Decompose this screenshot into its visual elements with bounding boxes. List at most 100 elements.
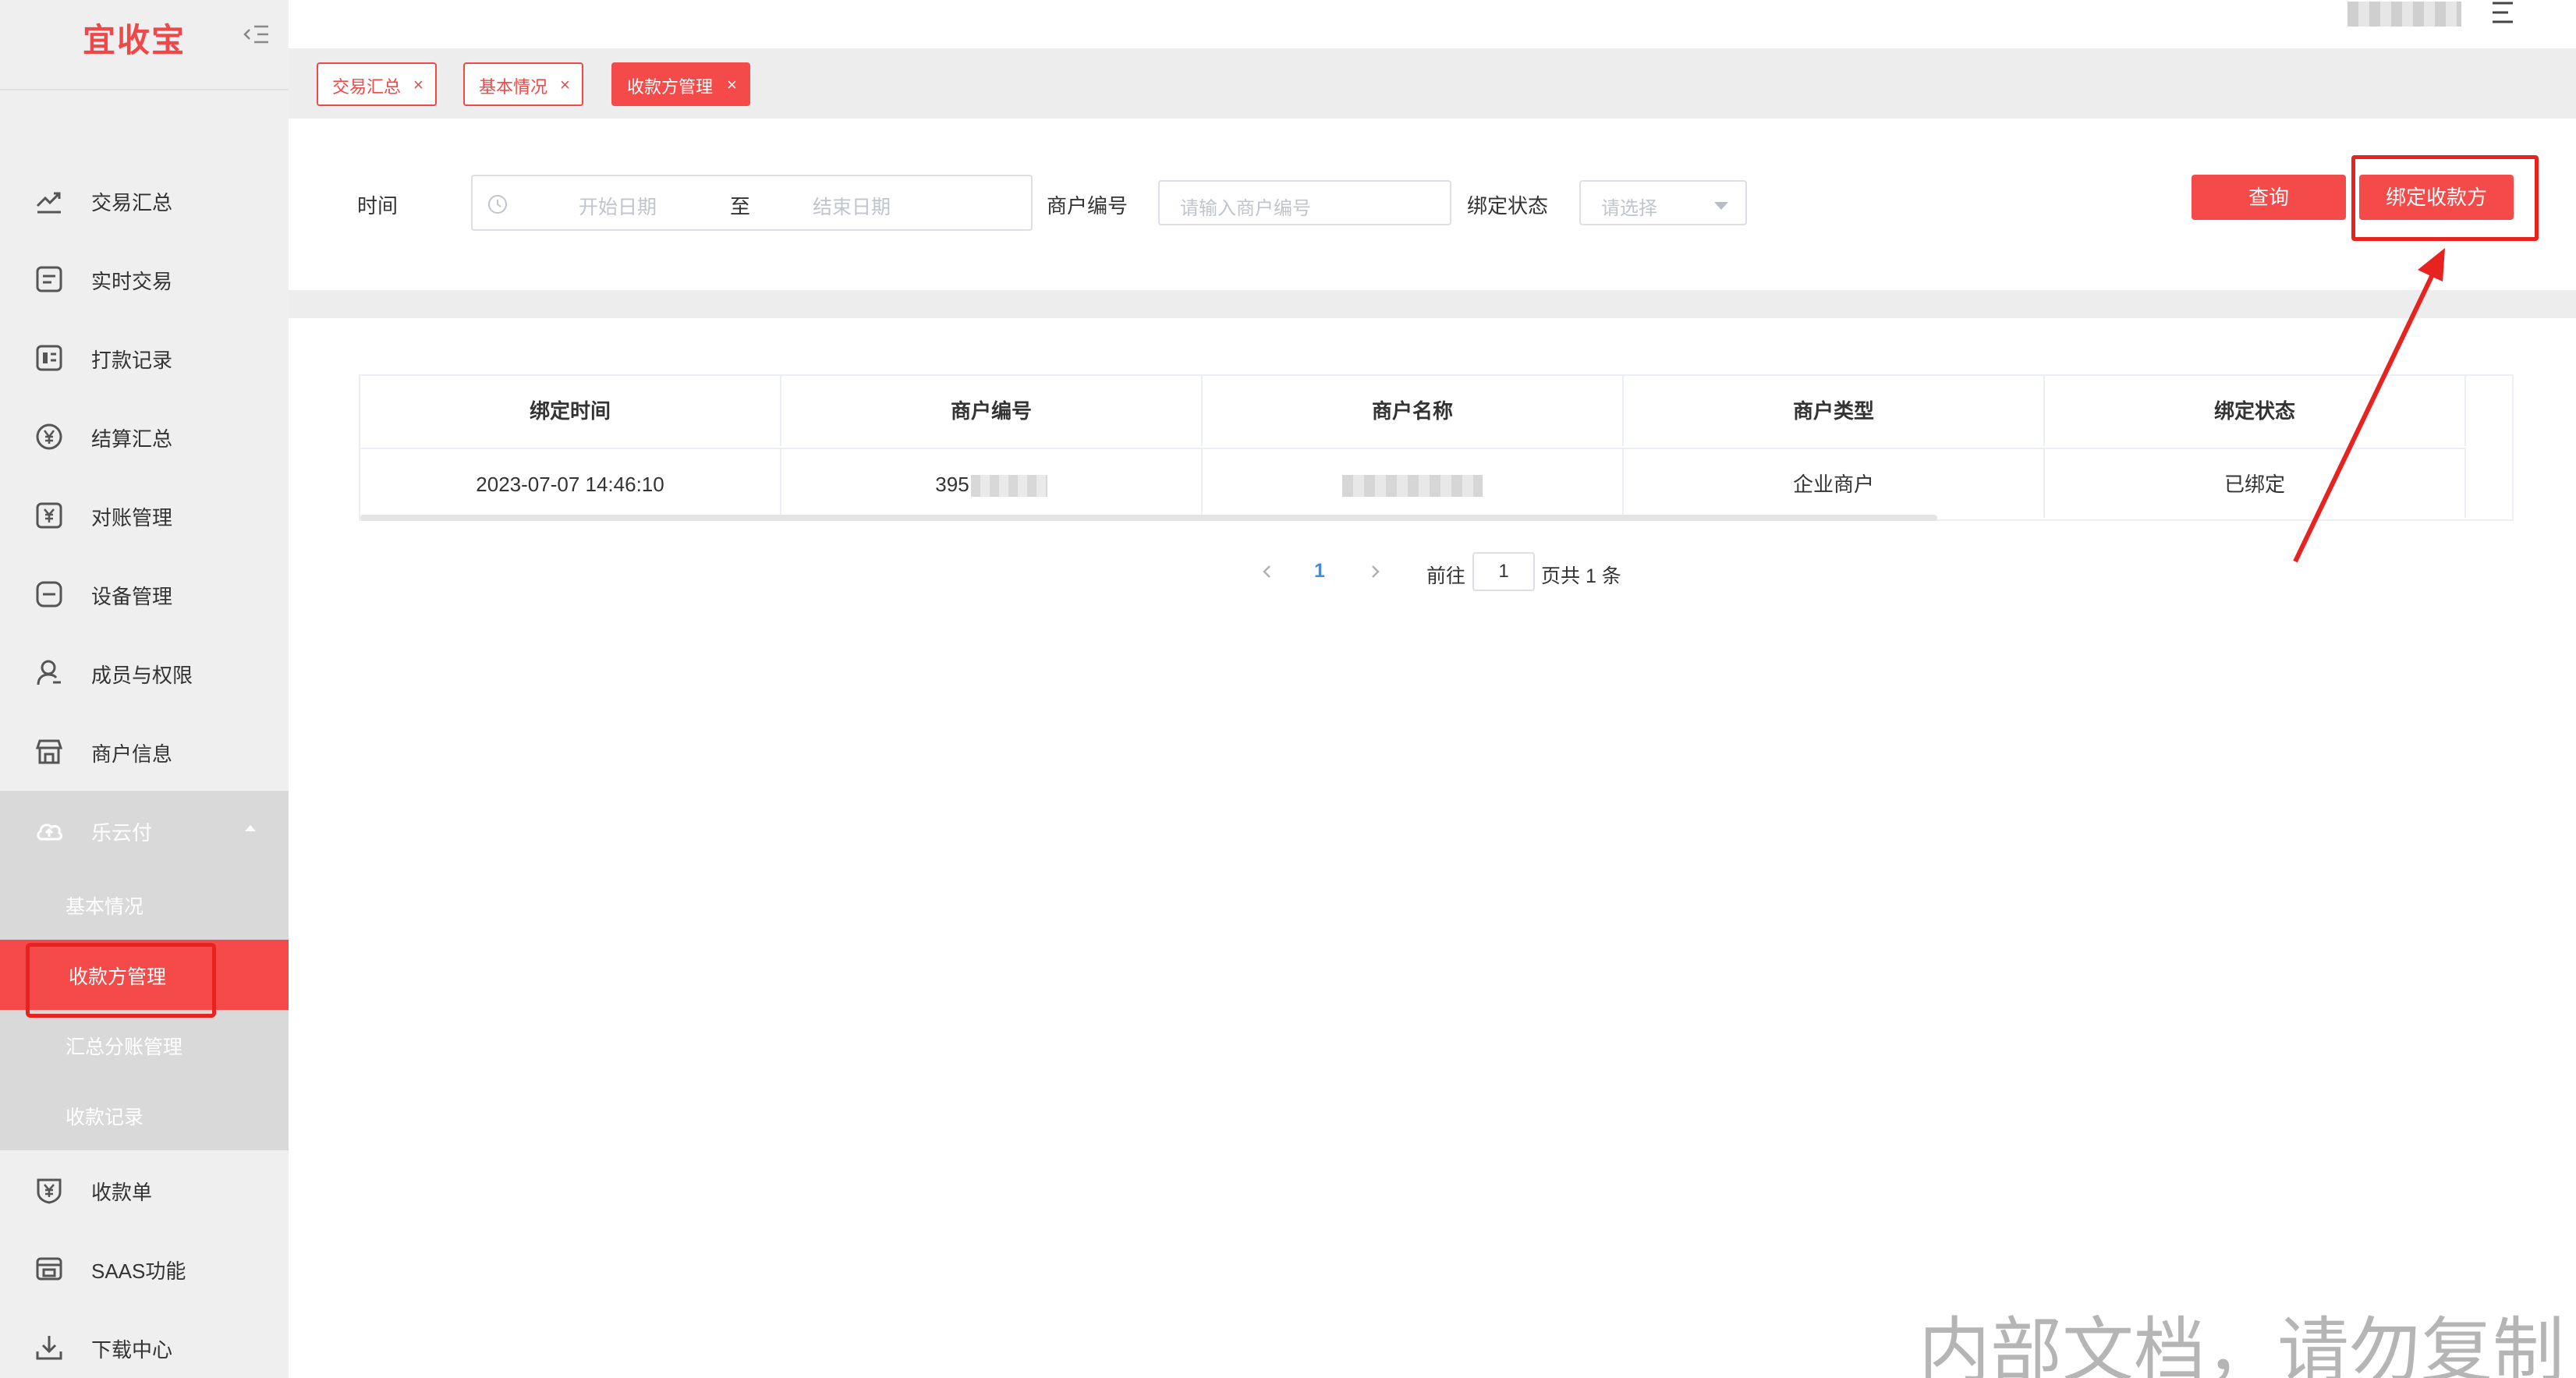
bind-status-label: 绑定状态 <box>1467 194 1549 218</box>
merchant-no-input[interactable]: 请输入商户编号 <box>1158 180 1451 225</box>
sidebar-group-leyunfu: 乐云付 基本情况 收款方管理 汇总分账管理 收款记录 <box>0 791 289 1150</box>
saas-icon <box>36 1257 62 1281</box>
submenu-item-label: 汇总分账管理 <box>66 1036 183 1058</box>
submenu-item-label: 收款记录 <box>66 1107 144 1128</box>
column-header: 商户类型 <box>1624 376 2045 446</box>
sidebar: 宜收宝 交易汇总 实时交易 打款记录 结算汇总 对账管理 设备管理 成员与权限 … <box>0 0 289 1378</box>
cell-bind-time: 2023-07-07 14:46:10 <box>360 448 781 518</box>
bind-status-placeholder: 请选择 <box>1601 198 1657 219</box>
tab-trade-summary[interactable]: 交易汇总 × <box>317 62 437 106</box>
menu-icon[interactable] <box>2488 0 2518 27</box>
sidebar-item-label: SAAS功能 <box>91 1259 186 1283</box>
goto-label: 前往 <box>1426 565 1466 587</box>
merchant-no-text: 395 <box>935 473 969 496</box>
masked-merchant-name <box>1342 475 1483 498</box>
horizontal-scrollbar[interactable] <box>360 515 1937 521</box>
top-bar <box>289 0 2576 48</box>
yen-circle-icon <box>36 423 62 450</box>
sidebar-item-payment-records[interactable]: 打款记录 <box>0 318 289 397</box>
sidebar-item-label: 成员与权限 <box>91 664 193 687</box>
submenu-item-split-summary[interactable]: 汇总分账管理 <box>0 1010 289 1080</box>
sidebar-menu: 交易汇总 实时交易 打款记录 结算汇总 对账管理 设备管理 成员与权限 商户信息… <box>0 161 289 1378</box>
close-icon[interactable]: × <box>560 75 570 95</box>
close-icon[interactable]: × <box>413 75 423 95</box>
sidebar-item-label: 收款单 <box>91 1181 153 1204</box>
sidebar-item-trade-summary[interactable]: 交易汇总 <box>0 161 289 239</box>
cell-merchant-no: 395 <box>781 448 1203 518</box>
column-header: 商户名称 <box>1203 376 1624 446</box>
merchant-no-label: 商户编号 <box>1047 194 1129 218</box>
end-date-input[interactable]: 结束日期 <box>813 192 891 220</box>
download-icon <box>36 1336 62 1360</box>
device-icon <box>36 581 62 608</box>
sidebar-item-realtime-trade[interactable]: 实时交易 <box>0 239 289 318</box>
sidebar-item-download-center[interactable]: 下载中心 <box>0 1308 289 1378</box>
payment-record-icon <box>36 345 62 371</box>
sidebar-item-members-permissions[interactable]: 成员与权限 <box>0 633 289 712</box>
clock-icon <box>488 195 507 214</box>
member-icon <box>37 660 61 685</box>
query-button[interactable]: 查询 <box>2192 175 2346 220</box>
column-header: 商户编号 <box>781 376 1203 446</box>
sidebar-item-label: 交易汇总 <box>91 191 173 214</box>
sidebar-item-label: 结算汇总 <box>91 427 173 451</box>
tab-payee-management[interactable]: 收款方管理 × <box>611 62 750 106</box>
collapse-sidebar-icon[interactable] <box>242 20 271 48</box>
chevron-up-icon <box>245 825 256 831</box>
sidebar-item-label: 下载中心 <box>91 1338 173 1362</box>
section-divider <box>289 290 2576 318</box>
annotation-highlight-box <box>2351 155 2539 241</box>
masked-merchant-no <box>970 475 1047 498</box>
tab-bar: 交易汇总 × 基本情况 × 收款方管理 × <box>289 48 2576 119</box>
total-count: 页共 1 条 <box>1541 565 1621 587</box>
tab-basic-info[interactable]: 基本情况 × <box>463 62 583 106</box>
column-header: 绑定时间 <box>360 376 781 446</box>
chevron-left-icon[interactable] <box>1256 560 1279 583</box>
sidebar-item-saas[interactable]: SAAS功能 <box>0 1229 289 1308</box>
sidebar-group-header[interactable]: 乐云付 <box>0 791 289 870</box>
close-icon[interactable]: × <box>727 75 737 95</box>
sidebar-item-label: 实时交易 <box>91 270 173 293</box>
chevron-down-icon <box>1714 202 1728 210</box>
payee-table: 绑定时间 商户编号 商户名称 商户类型 绑定状态 2023-07-07 14:4… <box>359 374 2514 521</box>
sidebar-item-merchant-info[interactable]: 商户信息 <box>0 712 289 791</box>
cell-merchant-type: 企业商户 <box>1624 448 2045 518</box>
trend-chart-icon <box>36 192 61 214</box>
merchant-no-placeholder: 请输入商户编号 <box>1180 198 1311 219</box>
sidebar-item-label: 打款记录 <box>91 349 173 372</box>
tab-label: 收款方管理 <box>627 77 714 97</box>
cloud-upload-icon <box>37 824 62 841</box>
app-root: 宜收宝 交易汇总 实时交易 打款记录 结算汇总 对账管理 设备管理 成员与权限 … <box>0 0 2576 1378</box>
sidebar-header: 宜收宝 <box>0 0 289 90</box>
tab-label: 交易汇总 <box>332 77 402 97</box>
submenu-item-payee-management[interactable]: 收款方管理 <box>0 940 289 1018</box>
sidebar-item-receipt[interactable]: 收款单 <box>0 1150 289 1229</box>
bind-status-select[interactable]: 请选择 <box>1579 180 1747 225</box>
sidebar-group-label: 乐云付 <box>91 821 153 845</box>
date-range-picker[interactable]: 开始日期 至 结束日期 <box>471 175 1033 231</box>
sidebar-item-device-management[interactable]: 设备管理 <box>0 554 289 633</box>
submenu-item-collection-records[interactable]: 收款记录 <box>0 1080 289 1150</box>
user-name-masked[interactable] <box>2347 2 2461 27</box>
goto-page-input[interactable]: 1 <box>1472 552 1535 591</box>
sidebar-item-settlement-summary[interactable]: 结算汇总 <box>0 397 289 476</box>
cell-merchant-name <box>1203 448 1624 518</box>
time-label: 时间 <box>357 194 399 218</box>
submenu-item-basic-info[interactable]: 基本情况 <box>0 870 289 940</box>
column-header: 绑定状态 <box>2045 376 2466 446</box>
store-icon <box>35 739 63 764</box>
sidebar-item-label: 设备管理 <box>91 585 173 608</box>
chevron-right-icon[interactable] <box>1363 560 1387 583</box>
document-list-icon <box>36 266 62 292</box>
start-date-input[interactable]: 开始日期 <box>579 192 657 220</box>
watermark-text: 内部文档，请勿复制 <box>1919 1309 2565 1378</box>
sidebar-item-reconciliation[interactable]: 对账管理 <box>0 476 289 554</box>
app-logo: 宜收宝 <box>83 22 186 58</box>
annotation-highlight-box <box>26 943 216 1018</box>
filter-bar: 时间 开始日期 至 结束日期 商户编号 请输入商户编号 绑定状态 请选择 查询 … <box>289 119 2576 290</box>
range-separator: 至 <box>730 195 751 218</box>
receipt-shield-icon <box>37 1178 62 1204</box>
sidebar-item-label: 商户信息 <box>91 742 173 766</box>
page-number-current[interactable]: 1 <box>1314 560 1325 583</box>
sidebar-item-label: 对账管理 <box>91 506 173 530</box>
